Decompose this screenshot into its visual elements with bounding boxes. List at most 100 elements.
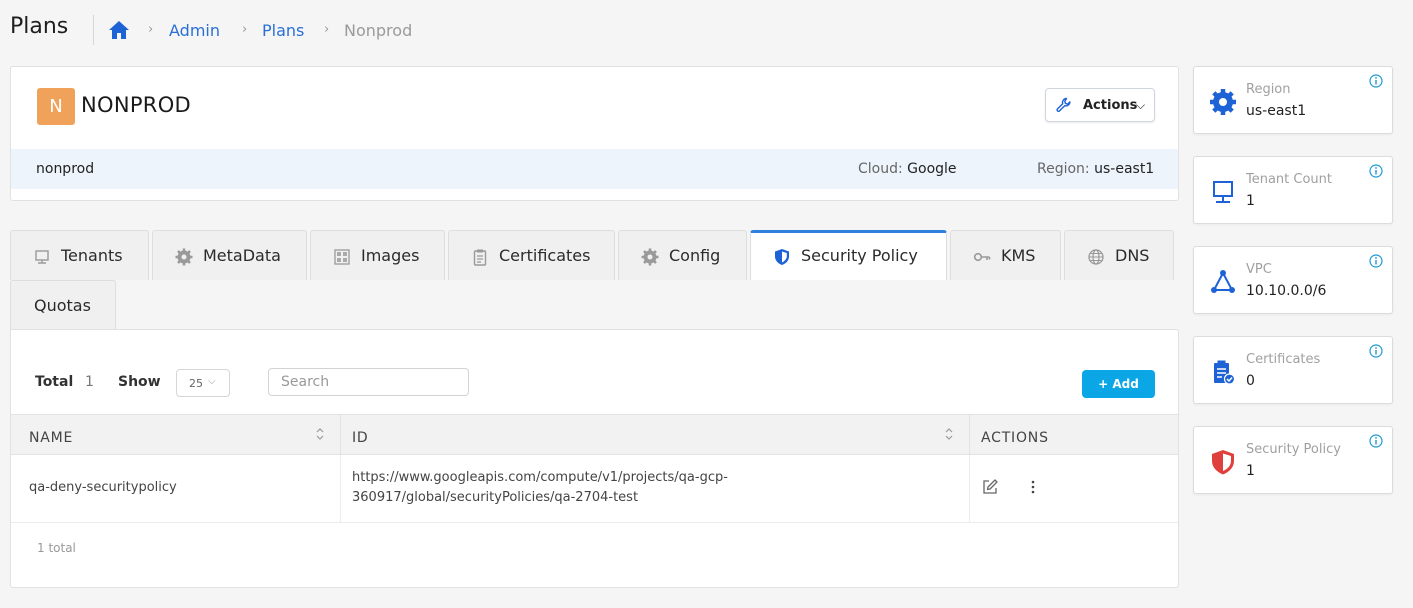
cloud-value: Google (907, 161, 957, 177)
edit-icon[interactable] (981, 478, 999, 496)
stat-value: us-east1 (1246, 103, 1307, 119)
stat-label: Region (1246, 82, 1291, 97)
column-divider (340, 415, 341, 456)
chevron-down-icon: ⌵ (1136, 98, 1146, 112)
stat-label: VPC (1246, 262, 1272, 277)
stat-card-vpc: VPC 10.10.0.0/6 (1193, 246, 1393, 314)
cloud-label: Cloud: (858, 161, 903, 177)
security-policy-panel: Total 1 Show 25 ⌵ + Add NAME ID ACTIONS … (10, 329, 1179, 588)
sort-icon[interactable] (315, 426, 325, 442)
column-header-name[interactable]: NAME (29, 430, 73, 446)
gear-icon (641, 248, 659, 266)
tab-label: Tenants (61, 246, 123, 265)
header-divider (93, 15, 94, 45)
actions-label: Actions (1083, 98, 1138, 113)
tab-label: Images (361, 246, 420, 265)
gear-icon (175, 248, 193, 266)
region-info: Region: us-east1 (1037, 161, 1154, 177)
stat-card-tenant-count: Tenant Count 1 (1193, 156, 1393, 224)
chevron-right-icon: › (148, 22, 154, 37)
tab-label: Quotas (34, 296, 91, 315)
plan-code: nonprod (36, 161, 95, 177)
monitor-icon (1213, 181, 1233, 203)
info-icon[interactable] (1369, 344, 1383, 358)
stat-label: Security Policy (1246, 442, 1341, 457)
monitor-icon (35, 250, 49, 264)
shield-icon (775, 249, 789, 265)
key-icon (973, 252, 991, 262)
tab-label: Certificates (499, 246, 591, 265)
wrench-icon (1056, 97, 1071, 112)
stat-label: Certificates (1246, 352, 1321, 367)
info-icon[interactable] (1369, 254, 1383, 268)
table-footer-total: 1 total (37, 541, 76, 555)
chevron-right-icon: › (242, 22, 248, 37)
more-vertical-icon[interactable] (1027, 478, 1039, 496)
policy-name: qa-deny-securitypolicy (29, 480, 177, 495)
tab-config[interactable]: Config (618, 230, 747, 280)
cloud-info: Cloud: Google (858, 161, 957, 177)
policy-id: https://www.googleapis.com/compute/v1/pr… (352, 470, 728, 505)
tab-dns[interactable]: DNS (1064, 230, 1174, 280)
gear-icon (1210, 89, 1236, 115)
breadcrumb-current: Nonprod (344, 21, 413, 40)
page-title: Plans (10, 14, 69, 39)
tab-security-policy[interactable]: Security Policy (750, 230, 947, 280)
column-header-id[interactable]: ID (352, 430, 369, 446)
chevron-right-icon: › (324, 22, 330, 37)
breadcrumb-admin[interactable]: Admin (169, 21, 220, 40)
stat-value: 1 (1246, 193, 1255, 209)
plan-name: NONPROD (81, 93, 192, 117)
region-value: us-east1 (1094, 161, 1155, 177)
actions-button[interactable]: Actions ⌵ (1045, 88, 1155, 122)
column-header-actions: ACTIONS (981, 430, 1049, 446)
column-divider (969, 455, 970, 523)
total-label: Total (35, 374, 74, 390)
breadcrumb-plans[interactable]: Plans (262, 21, 304, 40)
show-label: Show (118, 374, 161, 390)
table-header: NAME ID ACTIONS (11, 414, 1178, 456)
region-label: Region: (1037, 161, 1090, 177)
stat-card-certificates: Certificates 0 (1193, 336, 1393, 404)
tab-quotas[interactable]: Quotas (10, 280, 116, 329)
tab-metadata[interactable]: MetaData (152, 230, 307, 280)
chevron-down-icon: ⌵ (208, 376, 216, 387)
tab-label: DNS (1115, 246, 1150, 265)
tab-label: MetaData (203, 246, 281, 265)
tab-certificates[interactable]: Certificates (448, 230, 615, 280)
column-divider (969, 415, 970, 456)
tab-tenants[interactable]: Tenants (10, 230, 149, 280)
plan-avatar: N (37, 88, 75, 125)
info-icon[interactable] (1369, 74, 1383, 88)
clipboard-check-icon (1214, 360, 1236, 385)
table-row: qa-deny-securitypolicy https://www.googl… (11, 455, 1178, 523)
total-value: 1 (85, 374, 94, 390)
tab-label: KMS (1001, 246, 1036, 265)
stat-card-region: Region us-east1 (1193, 66, 1393, 134)
tab-label: Config (669, 246, 721, 265)
home-icon[interactable] (108, 20, 130, 40)
tab-images[interactable]: Images (310, 230, 445, 280)
page-header: Plans › Admin › Plans › Nonprod (0, 0, 1413, 60)
column-divider (340, 455, 341, 523)
plan-info-strip: nonprod Cloud: Google Region: us-east1 (11, 149, 1178, 189)
sort-icon[interactable] (944, 426, 954, 442)
search-input[interactable] (268, 368, 469, 396)
shield-icon (1212, 450, 1234, 475)
page-size-select[interactable]: 25 ⌵ (176, 369, 230, 397)
plan-card: N NONPROD Actions ⌵ nonprod Cloud: Googl… (10, 66, 1179, 201)
stat-value: 0 (1246, 373, 1255, 389)
clipboard-icon (473, 249, 487, 266)
tab-kms[interactable]: KMS (950, 230, 1061, 280)
network-icon (1211, 270, 1235, 293)
grid-icon (334, 249, 350, 265)
info-icon[interactable] (1369, 434, 1383, 448)
tab-label: Security Policy (801, 246, 918, 265)
add-button[interactable]: + Add (1082, 370, 1155, 398)
stat-label: Tenant Count (1246, 172, 1333, 187)
stat-value: 10.10.0.0/6 (1246, 283, 1327, 299)
globe-icon (1088, 249, 1104, 265)
info-icon[interactable] (1369, 164, 1383, 178)
page-size-value: 25 (189, 377, 203, 390)
stat-value: 1 (1246, 463, 1255, 479)
